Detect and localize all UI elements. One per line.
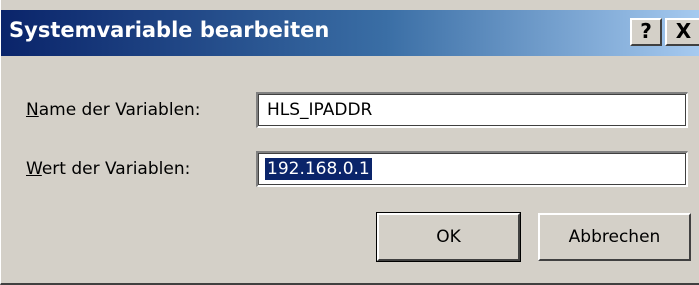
variable-value-selected-text: 192.168.0.1 <box>265 158 372 180</box>
close-button[interactable]: X <box>665 18 699 46</box>
variable-name-label-mnemonic: N <box>26 100 39 120</box>
help-icon: ? <box>640 19 652 43</box>
variable-name-label: Name der Variablen: <box>26 100 201 120</box>
title-bar[interactable]: Systemvariable bearbeiten ? X <box>1 10 699 56</box>
variable-name-value: HLS_IPADDR <box>267 100 373 120</box>
close-icon: X <box>675 19 692 43</box>
variable-name-label-text: ame der Variablen: <box>38 100 201 120</box>
ok-button[interactable]: OK <box>376 212 521 262</box>
variable-value-label: Wert der Variablen: <box>26 159 190 179</box>
window-title: Systemvariable bearbeiten <box>9 18 330 42</box>
variable-value-label-text: ert der Variablen: <box>41 159 191 179</box>
help-button[interactable]: ? <box>630 18 662 46</box>
variable-name-input[interactable]: HLS_IPADDR <box>256 92 688 128</box>
variable-value-label-mnemonic: W <box>26 159 42 179</box>
variable-value-input[interactable]: 192.168.0.1 <box>256 151 688 187</box>
edit-system-variable-dialog: Systemvariable bearbeiten ? X Name der V… <box>0 0 699 285</box>
cancel-button[interactable]: Abbrechen <box>538 213 691 261</box>
